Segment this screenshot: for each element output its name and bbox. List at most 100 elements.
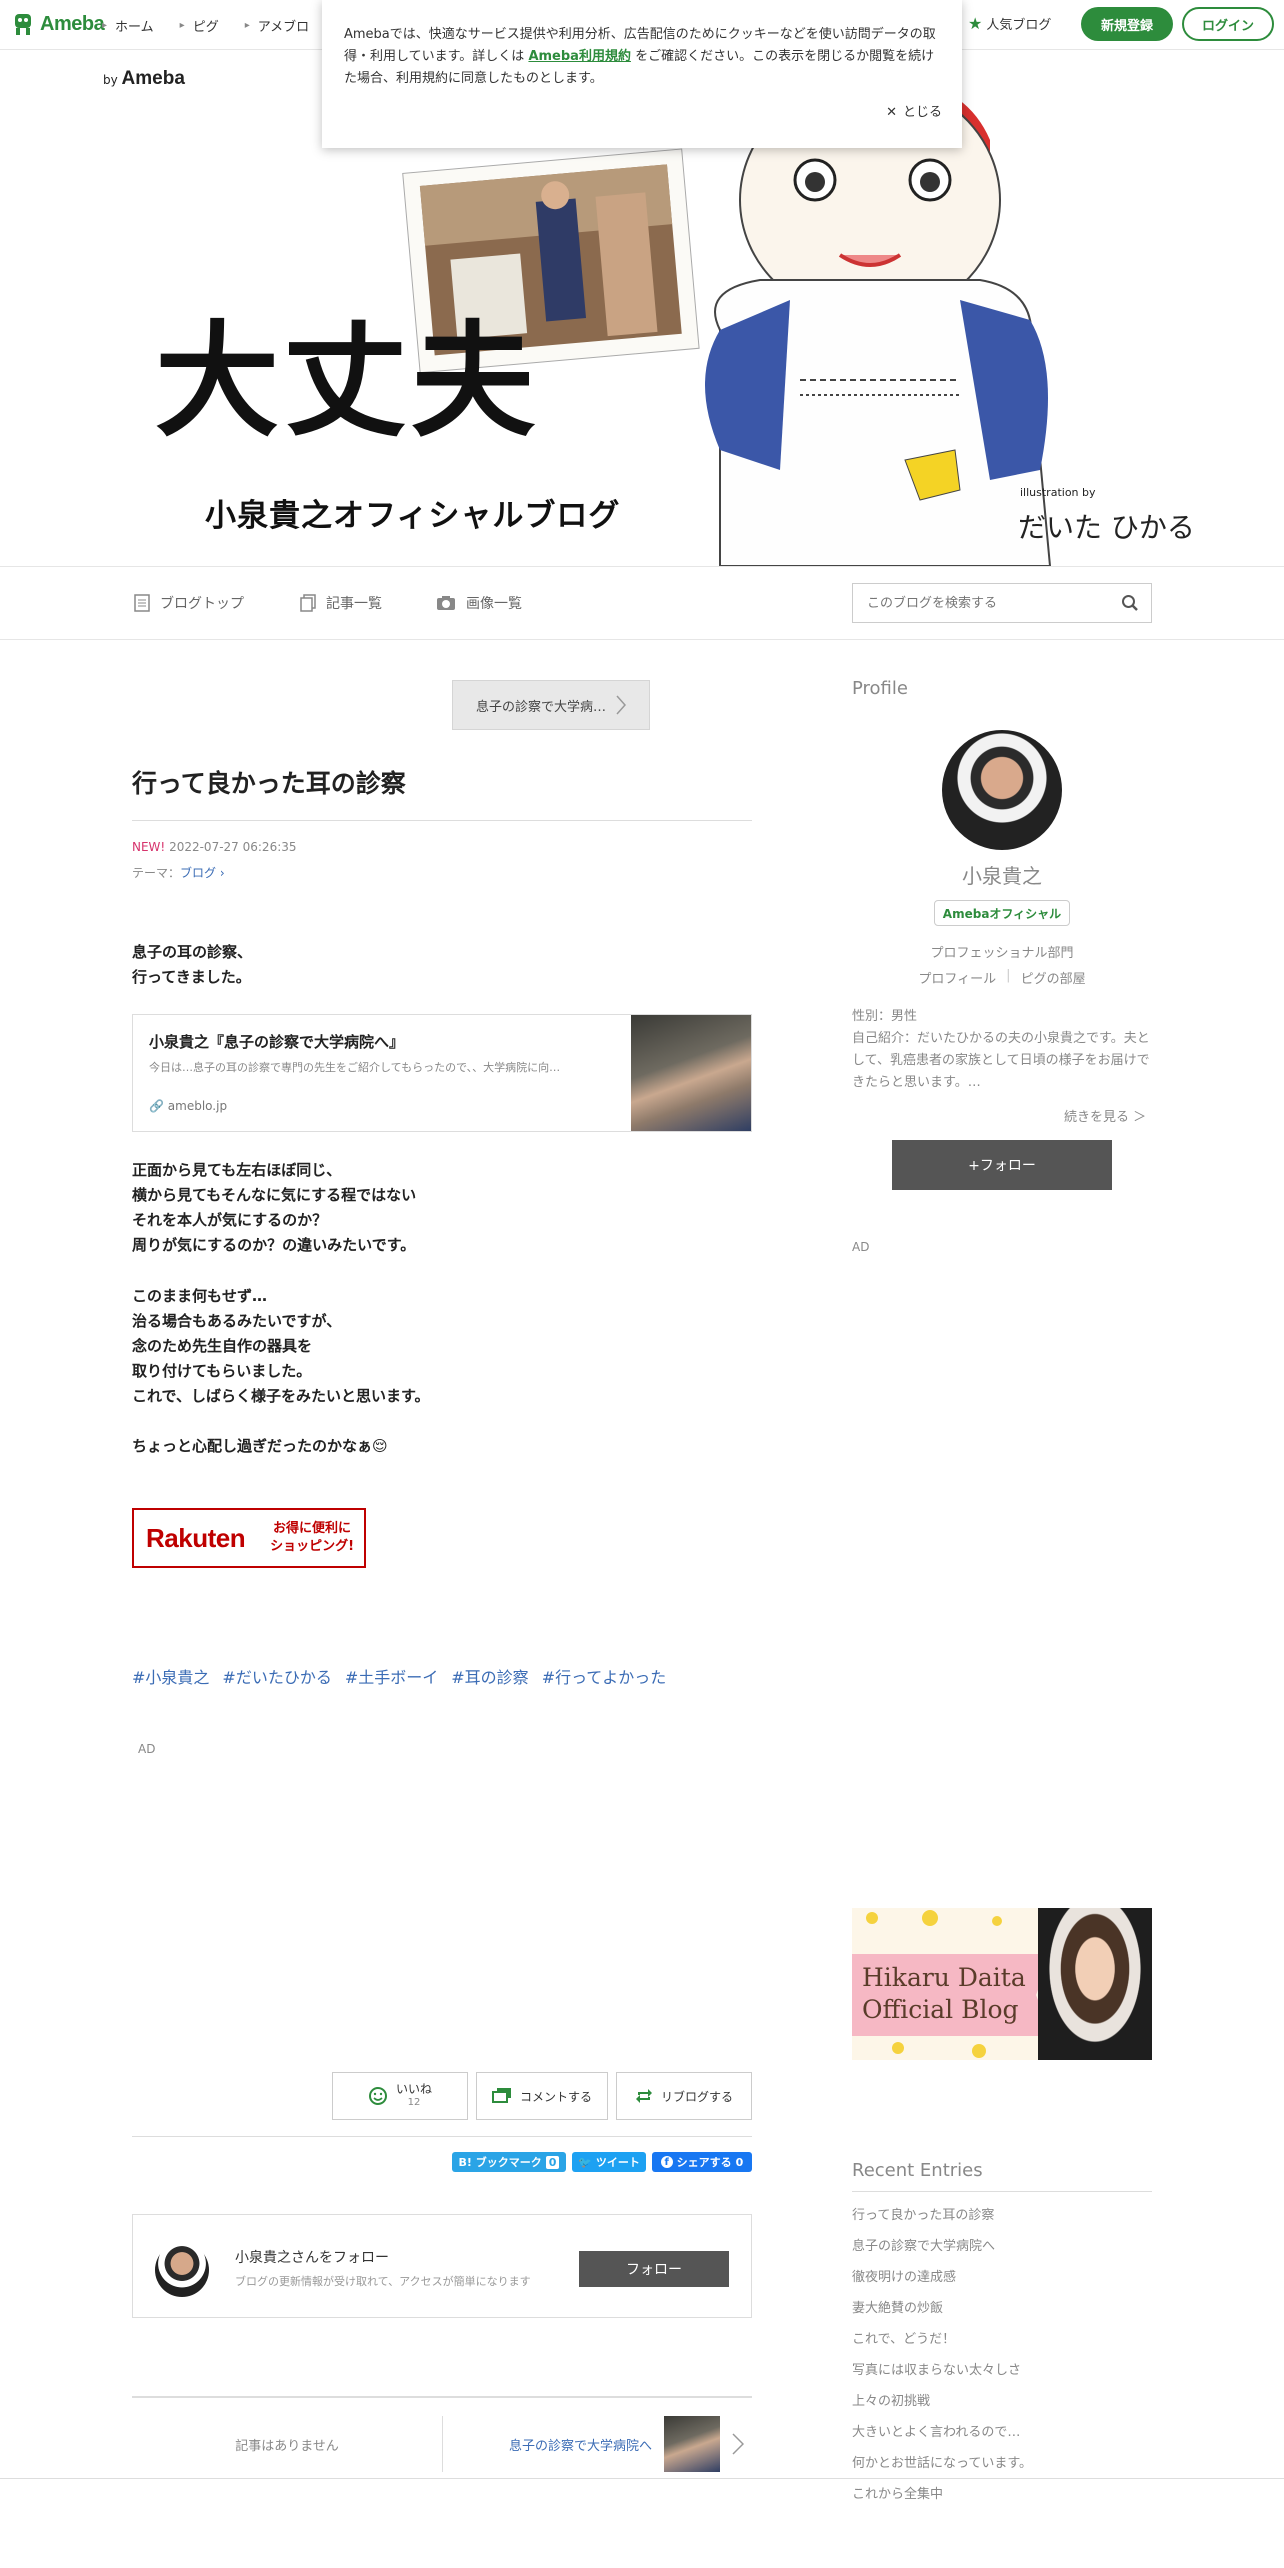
pig-room-link[interactable]: ピグの部屋 xyxy=(1021,968,1086,987)
daita-title-line2: Official Blog xyxy=(862,1995,1019,2024)
recent-entry-link[interactable]: 大きいとよく言われるので… xyxy=(852,2417,1152,2448)
article-timestamp: 2022-07-27 06:26:35 xyxy=(169,840,297,854)
camera-icon xyxy=(437,596,455,610)
ameba-logo[interactable]: Ameba xyxy=(12,12,105,36)
articles-link[interactable]: 記事一覧 xyxy=(300,593,382,613)
new-badge: NEW! xyxy=(132,840,166,854)
linked-article-card[interactable]: 小泉貴之『息子の診察で大学病院へ』 今日は…息子の耳の診察で専門の先生をご紹介し… xyxy=(132,1014,752,1132)
logo-text: Ameba xyxy=(40,12,105,35)
profile-department: プロフェッショナル部門 xyxy=(930,946,1074,961)
divider xyxy=(132,2396,752,2398)
theme-link[interactable]: ブログ xyxy=(180,866,216,880)
hashtag[interactable]: #だいたひかる xyxy=(222,1664,331,1688)
twitter-bird-icon: 🐦 xyxy=(578,2155,592,2169)
nav-ameblo[interactable]: ▸ アメブロ xyxy=(245,16,309,35)
card-url-label: ameblo.jp xyxy=(167,1099,228,1113)
facebook-share-button[interactable]: f シェアする 0 xyxy=(652,2152,752,2172)
global-nav: ▸ ホーム ▸ ピグ ▸ アメブロ xyxy=(102,16,309,35)
article-paragraph-2: 正面から見ても左右ほぼ同じ、 横から見てもそんなに気にする程ではない それを本人… xyxy=(132,1161,417,1254)
nav-ameblo-label: アメブロ xyxy=(257,20,310,35)
rakuten-copy-line2: ショッピング! xyxy=(270,1539,354,1554)
link-separator: | xyxy=(1006,968,1011,983)
card-title: 小泉貴之『息子の診察で大学病院へ』 xyxy=(149,1033,405,1051)
nav-pig[interactable]: ▸ ピグ xyxy=(180,16,219,35)
article-paragraph-3: このまま何もせず… 治る場合もあるみたいですが、 念のため先生自作の器具を 取り… xyxy=(132,1287,430,1405)
document-icon xyxy=(134,594,150,612)
tweet-button[interactable]: 🐦 ツイート xyxy=(572,2152,646,2172)
follow-button[interactable]: フォロー xyxy=(579,2251,729,2287)
profile-intro: 性別：男性 自己紹介：だいたひかるの夫の小泉貴之です。夫として、乳癌患者の家族と… xyxy=(852,1009,1150,1090)
daita-portrait xyxy=(1038,1908,1152,2060)
ameba-mascot-icon xyxy=(15,14,31,35)
recent-entry-link[interactable]: これから全集中 xyxy=(852,2479,1152,2510)
like-text: いいね 12 xyxy=(396,2082,432,2110)
prev-entry-empty: 記事はありません xyxy=(235,2438,339,2454)
follow-description: ブログの更新情報が受け取れて、アクセスが簡単になります xyxy=(235,2275,531,2288)
smile-icon xyxy=(368,2087,387,2105)
chevron-right-icon: ▸ xyxy=(102,20,108,31)
cookie-close-button[interactable]: ✕ とじる xyxy=(886,102,942,124)
next-article-button[interactable]: 息子の診察で大学病… xyxy=(452,680,650,730)
popular-blog-link[interactable]: ★ 人気ブログ xyxy=(968,14,1051,33)
crown-icon: ★ xyxy=(968,14,983,33)
recent-entries-heading: Recent Entries xyxy=(852,2160,1152,2192)
close-icon: ✕ xyxy=(886,105,897,120)
article-theme: テーマ：ブログ › xyxy=(132,864,225,881)
terms-link[interactable]: Ameba利用規約 xyxy=(528,49,631,64)
rakuten-ad-banner[interactable]: Rakuten お得に便利に ショッピング! xyxy=(132,1508,366,1568)
article-date: NEW! 2022-07-27 06:26:35 xyxy=(132,840,297,854)
hatena-bookmark-button[interactable]: B! ブックマーク 0 xyxy=(452,2152,566,2172)
recent-entry-link[interactable]: 息子の診察で大学病院へ xyxy=(852,2231,1152,2262)
recent-entry-link[interactable]: 妻大絶賛の炒飯 xyxy=(852,2293,1152,2324)
profile-link[interactable]: プロフィール xyxy=(918,968,996,987)
official-badge: Amebaオフィシャル xyxy=(934,900,1070,926)
hashtag[interactable]: #小泉貴之 xyxy=(132,1664,209,1688)
sidebar-follow-button[interactable]: +フォロー xyxy=(892,1140,1112,1190)
hashtag[interactable]: #土手ボーイ xyxy=(345,1664,438,1688)
recent-entry-link[interactable]: 写真には収まらない太々しさ xyxy=(852,2355,1152,2386)
recent-entry-link[interactable]: 何かとお世話になっています。 xyxy=(852,2448,1152,2479)
nav-home[interactable]: ▸ ホーム xyxy=(102,16,154,35)
blog-search-input[interactable] xyxy=(865,594,1121,612)
article-title: 行って良かった耳の診察 xyxy=(132,769,406,798)
recent-entry-link[interactable]: 上々の初挑戦 xyxy=(852,2386,1152,2417)
comment-label: コメントする xyxy=(519,2089,592,2104)
author-avatar xyxy=(155,2243,209,2297)
search-icon[interactable] xyxy=(1121,594,1139,612)
next-article-label: 息子の診察で大学病… xyxy=(475,699,606,715)
copy-icon xyxy=(300,594,316,612)
chevron-right-icon xyxy=(732,2433,744,2455)
read-more-link[interactable]: 続きを見る ＞ xyxy=(1064,1106,1146,1125)
hashtag[interactable]: #耳の診察 xyxy=(451,1664,528,1688)
login-button[interactable]: ログイン xyxy=(1182,7,1274,41)
nav-pig-label: ピグ xyxy=(192,20,219,35)
comment-button[interactable]: コメントする xyxy=(476,2072,608,2120)
decor-dot xyxy=(922,1910,938,1926)
article-paragraph-4-text: ちょっと心配し過ぎだったのかなぁ xyxy=(132,1437,373,1455)
signup-button[interactable]: 新規登録 xyxy=(1081,7,1173,41)
profile-name: 小泉貴之 xyxy=(962,864,1042,888)
illustration-credit-label: illustration by xyxy=(1020,486,1096,499)
reblog-label: リブログする xyxy=(660,2089,733,2104)
next-entry-link[interactable]: 息子の診察で大学病院へ xyxy=(443,2416,752,2472)
blog-nav: ブログトップ 記事一覧 画像一覧 xyxy=(0,566,1284,640)
reblog-button[interactable]: リブログする xyxy=(616,2072,752,2120)
recent-entry-link[interactable]: 徹夜明けの達成感 xyxy=(852,2262,1152,2293)
cookie-close-label: とじる xyxy=(902,105,942,120)
profile-photo[interactable] xyxy=(942,730,1062,850)
recent-entry-link[interactable]: これで、どうだ！ xyxy=(852,2324,1152,2355)
share-label: シェアする xyxy=(676,2156,732,2169)
recent-entry-link[interactable]: 行って良かった耳の診察 xyxy=(852,2200,1152,2231)
divider xyxy=(132,820,752,821)
like-button[interactable]: いいね 12 xyxy=(332,2072,468,2120)
hashtag[interactable]: #行ってよかった xyxy=(542,1664,667,1688)
blog-top-link[interactable]: ブログトップ xyxy=(134,593,244,613)
share-count: 0 xyxy=(735,2155,744,2169)
daita-banner-title: Hikaru Daita Official Blog xyxy=(862,1962,1026,2026)
popular-blog-label: 人気ブログ xyxy=(986,18,1052,33)
decor-dot xyxy=(992,1916,1002,1926)
next-entry-thumbnail xyxy=(664,2416,720,2472)
images-link[interactable]: 画像一覧 xyxy=(436,593,522,613)
daita-blog-banner[interactable]: Hikaru Daita Official Blog xyxy=(852,1908,1152,2060)
blog-search-box xyxy=(852,583,1152,623)
